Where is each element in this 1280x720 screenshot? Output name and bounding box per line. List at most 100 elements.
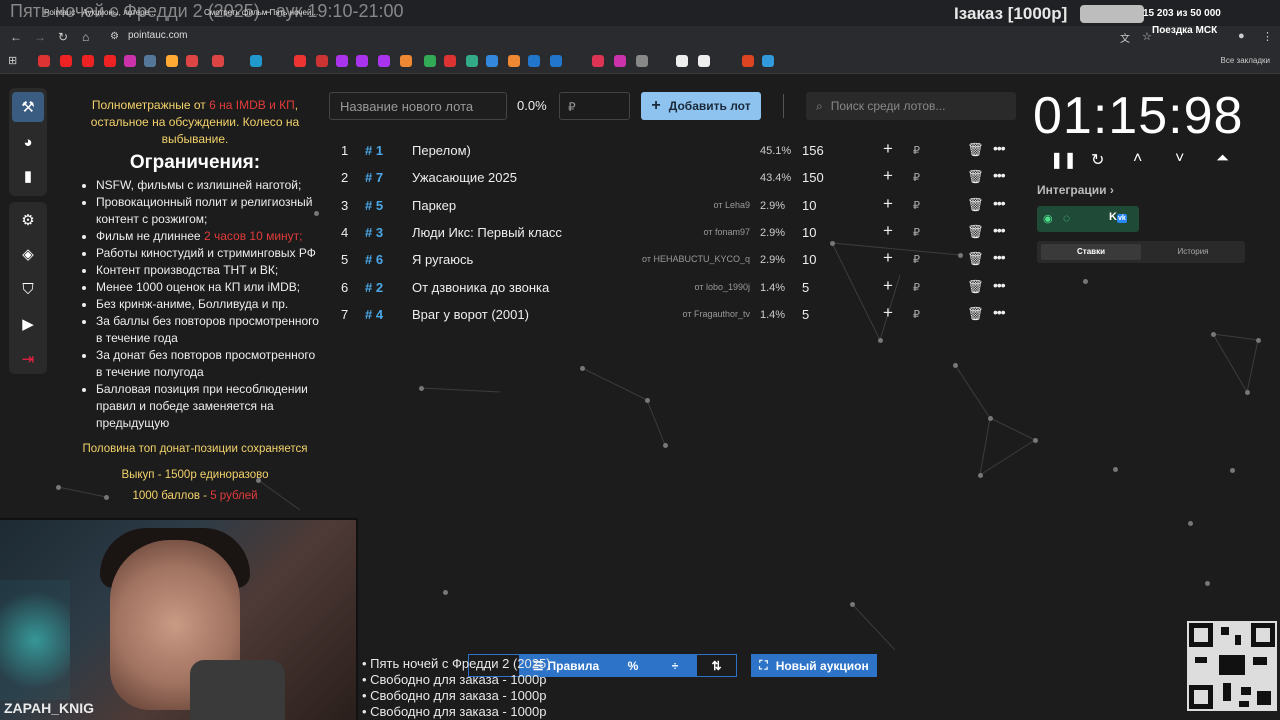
- new-auction-button[interactable]: ⛶ Новый аукцион: [751, 654, 877, 677]
- lot-row[interactable]: 3 # 5 Паркер от Leha9 2.9% 10 + ₽ 🗑 •••: [335, 192, 1015, 219]
- bookmark-icon[interactable]: [614, 55, 626, 67]
- tab-history[interactable]: История: [1143, 244, 1243, 260]
- ruble-icon[interactable]: ₽: [913, 308, 920, 321]
- bookmark-icon[interactable]: [144, 55, 156, 67]
- logout-icon[interactable]: ⇥: [12, 344, 44, 374]
- ruble-icon[interactable]: ₽: [913, 253, 920, 266]
- trash-icon[interactable]: 🗑: [967, 169, 984, 185]
- bookmark-icon[interactable]: [424, 55, 436, 67]
- reload-icon[interactable]: ↻: [58, 30, 68, 44]
- lot-title[interactable]: Я ругаюсь: [412, 252, 473, 267]
- site-info-icon[interactable]: ⚙: [110, 31, 119, 42]
- plus-icon[interactable]: +: [883, 194, 893, 214]
- bookmark-icon[interactable]: [676, 55, 688, 67]
- bookmark-icon[interactable]: [336, 55, 348, 67]
- url-text[interactable]: pointauc.com: [128, 30, 187, 41]
- bookmark-icon[interactable]: [166, 55, 178, 67]
- video-library-icon[interactable]: ▶: [12, 309, 44, 339]
- settings-gear-icon[interactable]: ⚙: [12, 205, 44, 235]
- bookmark-icon[interactable]: [212, 55, 224, 67]
- lot-search-input[interactable]: ⌕ Поиск среди лотов...: [806, 92, 1016, 120]
- add-lot-button[interactable]: + Добавить лот: [641, 92, 761, 120]
- lot-title[interactable]: От дзвоника до звонка: [412, 280, 549, 295]
- plus-icon[interactable]: +: [883, 221, 893, 241]
- more-icon[interactable]: •••: [993, 304, 1006, 320]
- apps-grid-icon[interactable]: ⊞: [8, 54, 17, 67]
- back-icon[interactable]: ←: [10, 30, 22, 44]
- bookmark-icon[interactable]: [378, 55, 390, 67]
- forward-icon[interactable]: →: [34, 30, 46, 44]
- new-lot-input[interactable]: Название нового лота: [329, 92, 507, 120]
- more-icon[interactable]: •••: [993, 195, 1006, 211]
- trash-icon[interactable]: 🗑: [967, 306, 984, 322]
- trash-icon[interactable]: 🗑: [967, 197, 984, 213]
- trash-icon[interactable]: 🗑: [967, 142, 984, 158]
- more-icon[interactable]: •••: [993, 249, 1006, 265]
- lot-row[interactable]: 6 # 2 От дзвоника до звонка от lobo_1990j 1.…: [335, 274, 1015, 301]
- plus-icon[interactable]: +: [883, 248, 893, 268]
- trash-icon[interactable]: 🗑: [967, 279, 984, 295]
- bookmark-icon[interactable]: [636, 55, 648, 67]
- sort-button[interactable]: ⇅: [696, 654, 737, 677]
- lot-row[interactable]: 4 # 3 Люди Икс: Первый класс от fonam97 2.9%…: [335, 219, 1015, 246]
- more-icon[interactable]: •••: [993, 222, 1006, 238]
- wheel-icon[interactable]: ◕: [12, 127, 44, 157]
- lot-row[interactable]: 2 # 7 Ужасающие 2025 43.4% 150 + ₽ 🗑 •••: [335, 164, 1015, 191]
- lot-amount[interactable]: 10: [802, 252, 816, 267]
- bookmark-icon[interactable]: [762, 55, 774, 67]
- bookmark-icon[interactable]: [486, 55, 498, 67]
- integrations-link[interactable]: Интеграции ›: [1037, 183, 1114, 197]
- bookmark-icon[interactable]: [444, 55, 456, 67]
- translate-icon[interactable]: 文: [1120, 30, 1130, 45]
- bookmark-icon[interactable]: [82, 55, 94, 67]
- reset-icon[interactable]: ↻: [1091, 150, 1104, 170]
- bookmark-icon[interactable]: [60, 55, 72, 67]
- layers-icon[interactable]: ◈: [12, 239, 44, 269]
- more-icon[interactable]: •••: [993, 140, 1006, 156]
- ruble-icon[interactable]: ₽: [913, 199, 920, 212]
- double-chevron-up-icon[interactable]: ⏶: [1216, 150, 1229, 168]
- lot-row[interactable]: 1 # 1 Перелом) 45.1% 156 + ₽ 🗑 •••: [335, 137, 1015, 164]
- bookmark-icon[interactable]: [124, 55, 136, 67]
- bookmark-icon[interactable]: [400, 55, 412, 67]
- lot-title[interactable]: Перелом): [412, 143, 471, 158]
- ruble-icon[interactable]: ₽: [913, 226, 920, 239]
- chevron-up-icon[interactable]: ˄: [1133, 150, 1142, 168]
- bookmark-icon[interactable]: [466, 55, 478, 67]
- plus-icon[interactable]: +: [883, 303, 893, 323]
- menu-kebab-icon[interactable]: ⋮: [1262, 30, 1273, 43]
- lot-amount[interactable]: 150: [802, 170, 824, 185]
- lot-row[interactable]: 5 # 6 Я ругаюсь от HEHABUCTU_KYCO_q 2.9% 10 + ₽…: [335, 246, 1015, 273]
- bookmark-icon[interactable]: [186, 55, 198, 67]
- plus-icon[interactable]: +: [883, 276, 893, 296]
- lot-amount[interactable]: 156: [802, 143, 824, 158]
- stats-icon[interactable]: ▮: [12, 161, 44, 191]
- bookmark-icon[interactable]: [508, 55, 520, 67]
- bookmark-icon[interactable]: [742, 55, 754, 67]
- lot-title[interactable]: Враг у ворот (2001): [412, 307, 529, 322]
- bookmark-icon[interactable]: [294, 55, 306, 67]
- bookmark-icon[interactable]: [356, 55, 368, 67]
- bookmark-icon[interactable]: [104, 55, 116, 67]
- bookmark-icon[interactable]: [316, 55, 328, 67]
- split-button[interactable]: ÷: [654, 654, 696, 677]
- bookmark-star-icon[interactable]: ☆: [1142, 30, 1152, 43]
- auction-hammer-icon[interactable]: ⚒: [12, 92, 44, 122]
- trash-icon[interactable]: 🗑: [967, 224, 984, 240]
- lot-title[interactable]: Ужасающие 2025: [412, 170, 517, 185]
- bookmark-icon[interactable]: [528, 55, 540, 67]
- profile-icon[interactable]: ●: [1238, 30, 1245, 42]
- bookmark-icon[interactable]: [550, 55, 562, 67]
- lot-amount[interactable]: 10: [802, 198, 816, 213]
- shield-icon[interactable]: ⛉: [12, 274, 44, 304]
- ruble-icon[interactable]: ₽: [913, 171, 920, 184]
- ruble-icon[interactable]: ₽: [913, 281, 920, 294]
- lot-amount[interactable]: 10: [802, 225, 816, 240]
- bookmark-icon[interactable]: [250, 55, 262, 67]
- more-icon[interactable]: •••: [993, 167, 1006, 183]
- more-icon[interactable]: •••: [993, 277, 1006, 293]
- lot-amount[interactable]: 5: [802, 307, 809, 322]
- lot-title[interactable]: Паркер: [412, 198, 456, 213]
- ruble-icon[interactable]: ₽: [913, 144, 920, 157]
- lot-amount[interactable]: 5: [802, 280, 809, 295]
